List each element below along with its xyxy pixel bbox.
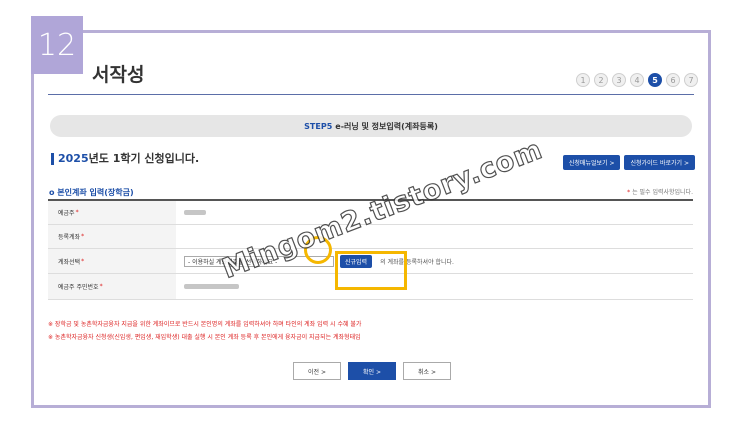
title-underline — [48, 94, 694, 95]
step-bar-prefix: STEP5 — [304, 121, 333, 131]
required-note: * 는 필수 입력사항입니다. — [627, 187, 693, 196]
required-star: * — [99, 283, 103, 290]
redacted-text — [184, 284, 239, 289]
semester-year: 2025 — [58, 152, 89, 165]
highlight-box — [335, 251, 407, 290]
required-star: * — [81, 257, 85, 265]
notes: ※ 장학금 및 농촌학자금융자 지급을 위한 계좌이므로 반드시 본인명의 계좌… — [48, 318, 361, 344]
progress-steps: 1 2 3 4 5 6 7 — [576, 73, 698, 87]
form-label: 등록계좌 * — [48, 225, 176, 248]
required-star: * — [75, 209, 79, 216]
form-label: 예금주 * — [48, 201, 176, 224]
guide-button[interactable]: 신청가이드 바로가기 > — [624, 155, 695, 170]
step-bar-text: e-러닝 및 정보입력(계좌등록) — [335, 121, 438, 131]
top-buttons: 신청매뉴얼보기 > 신청가이드 바로가기 > — [562, 155, 695, 170]
resident-number-value — [176, 274, 693, 299]
progress-step-7: 7 — [684, 73, 698, 87]
form-label-text: 예금주 주민번호 — [58, 284, 99, 291]
form-label: 계좌선택 * — [48, 249, 176, 273]
form-label-text: 계좌선택 — [58, 258, 81, 266]
form-label-text: 등록계좌 — [58, 234, 81, 241]
redacted-text — [184, 210, 206, 215]
step-bar: STEP5 e-러닝 및 정보입력(계좌등록) — [50, 115, 692, 137]
section-title: o 본인계좌 입력(장학금) — [49, 188, 134, 197]
cancel-button[interactable]: 취소 > — [403, 362, 451, 380]
progress-step-5: 5 — [648, 73, 662, 87]
confirm-button[interactable]: 확인 > — [348, 362, 396, 380]
note-line: ※ 농촌학자금융자 신청생(신입생, 편입생, 재입학생) 대출 실행 시 본인… — [48, 334, 361, 341]
progress-step-3: 3 — [612, 73, 626, 87]
note-line: ※ 장학금 및 농촌학자금융자 지급을 위한 계좌이므로 반드시 본인명의 계좌… — [48, 321, 362, 328]
bottom-buttons: 이전 > 확인 > 취소 > — [293, 362, 451, 380]
form-label-text: 예금주 — [58, 210, 75, 217]
manual-button[interactable]: 신청매뉴얼보기 > — [562, 155, 621, 170]
progress-step-2: 2 — [594, 73, 608, 87]
prev-button[interactable]: 이전 > — [293, 362, 341, 380]
page-title: 서작성 — [92, 64, 145, 86]
progress-step-1: 1 — [576, 73, 590, 87]
step-number-badge: 12 — [31, 16, 83, 74]
required-star: * — [81, 233, 85, 240]
required-note-text: 는 필수 입력사항입니다. — [630, 189, 693, 196]
section-title-text: 본인계좌 입력(장학금) — [57, 188, 134, 197]
semester-text: 년도 1학기 신청입니다. — [88, 152, 200, 165]
form-label: 예금주 주민번호 * — [48, 274, 176, 299]
progress-step-4: 4 — [630, 73, 644, 87]
semester-heading: 2025년도 1학기 신청입니다. — [51, 153, 199, 165]
progress-step-6: 6 — [666, 73, 680, 87]
